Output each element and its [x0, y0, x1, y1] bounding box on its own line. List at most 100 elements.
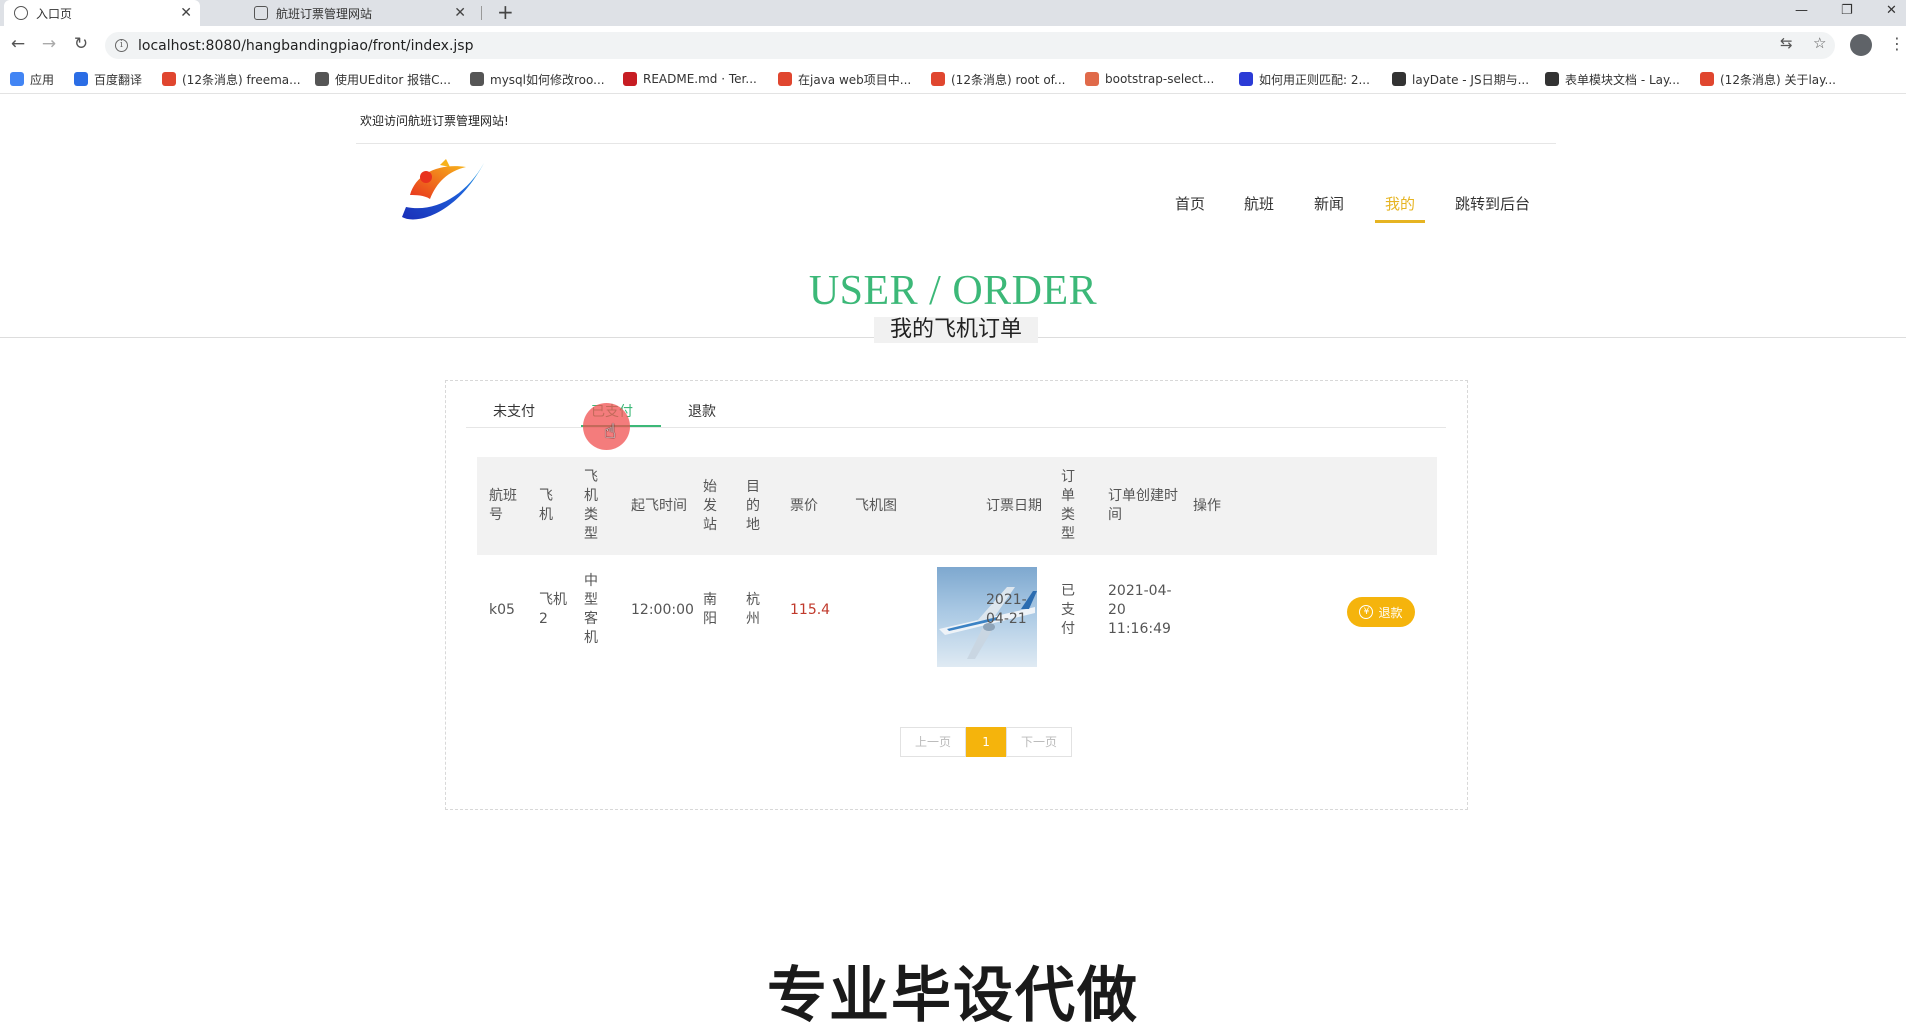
column-header: 订单创建时间: [1108, 488, 1178, 523]
prev-page-button[interactable]: 上一页: [900, 727, 967, 757]
bookmark-item[interactable]: 如何用正则匹配: 2...: [1239, 71, 1370, 87]
cell-plane: 飞机2: [539, 592, 567, 627]
doc-icon: [1085, 72, 1099, 86]
column-header: 起飞时间: [631, 497, 687, 514]
cell-flight-no: k05: [489, 601, 515, 618]
bookmark-star-icon[interactable]: ☆: [1813, 34, 1826, 52]
browser-toolbar: ← → ↻ i localhost:8080/hangbandingpiao/f…: [0, 26, 1906, 64]
site-logo-icon[interactable]: [396, 155, 488, 227]
cell-created-at: 2021-04-20 11:16:49: [1108, 582, 1172, 637]
page-1-button[interactable]: 1: [966, 727, 1007, 757]
globe-icon: [14, 6, 28, 20]
bookmark-item[interactable]: (12条消息) 关于lay...: [1700, 71, 1836, 87]
baidu-paw-icon: [1239, 72, 1253, 86]
bookmark-item[interactable]: layDate - JS日期与...: [1392, 71, 1529, 87]
column-header: 飞机类型: [584, 469, 598, 542]
bookmark-label: (12条消息) root of...: [951, 72, 1066, 87]
nav-flights[interactable]: 航班: [1244, 193, 1274, 214]
tab-refund[interactable]: 退款: [688, 401, 716, 421]
csdn-icon: [931, 72, 945, 86]
page-content: 欢迎访问航班订票管理网站! 首页 航班 新闻 我的 跳转到后台 USER / O…: [0, 95, 1906, 1031]
window-close-button[interactable]: ✕: [1886, 0, 1897, 26]
page-subtitle: 我的飞机订单: [874, 317, 1038, 343]
shield-icon: [254, 6, 268, 20]
bookmark-label: 如何用正则匹配: 2...: [1259, 72, 1370, 87]
csdn-icon: [162, 72, 176, 86]
new-tab-button[interactable]: +: [497, 0, 514, 26]
bookmark-item[interactable]: 在java web项目中...: [778, 71, 911, 87]
column-header: 航班号: [489, 488, 517, 523]
cell-price: 115.4: [790, 601, 831, 618]
refund-button[interactable]: ¥ 退款: [1347, 597, 1415, 627]
orders-panel: 未支付 已支付 退款 ☝ 航班号 飞机 飞机类型 起飞时间 始发站 目的地 票价…: [445, 380, 1468, 810]
bookmark-item[interactable]: 应用: [10, 71, 54, 87]
table-header: 航班号 飞机 飞机类型 起飞时间 始发站 目的地 票价 飞机图 订票日期 订单类…: [477, 457, 1437, 555]
browser-tab-title: 航班订票管理网站: [276, 6, 373, 21]
bookmark-item[interactable]: mysql如何修改roo...: [470, 71, 605, 87]
nav-mine[interactable]: 我的: [1385, 193, 1415, 214]
apps-grid-icon: [10, 72, 24, 86]
tab-unpaid[interactable]: 未支付: [493, 401, 535, 421]
csdn-icon: [1700, 72, 1714, 86]
gitee-icon: [623, 72, 637, 86]
site-info-icon[interactable]: i: [115, 39, 128, 52]
nav-active-indicator: [1375, 220, 1425, 223]
bookmark-label: (12条消息) freema...: [182, 72, 301, 87]
layui-icon: [1392, 72, 1406, 86]
close-tab-icon[interactable]: ✕: [180, 5, 192, 21]
yuan-coin-icon: ¥: [1359, 605, 1374, 619]
bookmark-item[interactable]: 使用UEditor 报错C...: [315, 71, 451, 87]
restore-button[interactable]: ❐: [1841, 0, 1853, 26]
bookmark-label: layDate - JS日期与...: [1412, 72, 1530, 87]
bookmark-label: mysql如何修改roo...: [490, 72, 605, 87]
column-header: 订单类型: [1061, 469, 1075, 542]
hand-cursor-icon: ☝: [604, 419, 617, 443]
bookmark-item[interactable]: README.md · Ter...: [623, 71, 757, 87]
bookmark-item[interactable]: (12条消息) freema...: [162, 71, 301, 87]
browser-tab[interactable]: 航班订票管理网站 ✕: [244, 0, 474, 26]
column-header: 票价: [790, 497, 818, 514]
header-divider: [356, 143, 1556, 144]
forward-arrow-icon[interactable]: →: [37, 32, 61, 56]
bookmark-label: 应用: [30, 72, 55, 87]
bookmark-item[interactable]: 百度翻译: [74, 71, 142, 87]
cell-departure-time: 12:00:00: [631, 601, 694, 618]
baidu-translate-icon: [74, 72, 88, 86]
next-page-button[interactable]: 下一页: [1006, 727, 1073, 757]
column-header: 始发站: [703, 478, 717, 533]
back-arrow-icon[interactable]: ←: [6, 32, 30, 56]
bookmark-label: (12条消息) 关于lay...: [1720, 72, 1836, 87]
column-header: 订票日期: [986, 497, 1042, 514]
watermark-text: 专业毕设代做: [767, 961, 1139, 1031]
nav-home[interactable]: 首页: [1175, 193, 1205, 214]
browser-tab-bar: 入口页 ✕ 航班订票管理网站 ✕ + — ❐ ✕: [0, 0, 1906, 26]
close-tab-icon[interactable]: ✕: [454, 5, 466, 21]
bookmark-label: 表单模块文档 - Lay...: [1565, 72, 1680, 87]
cell-order-type: 已支付: [1061, 582, 1075, 637]
bookmarks-bar: 应用 百度翻译 (12条消息) freema... 使用UEditor 报错C... m…: [0, 64, 1906, 94]
bookmark-item[interactable]: (12条消息) root of...: [931, 71, 1065, 87]
browser-tab-active[interactable]: 入口页 ✕: [4, 0, 200, 26]
bookmark-item[interactable]: bootstrap-select...: [1085, 71, 1214, 87]
profile-avatar-icon[interactable]: [1850, 34, 1872, 56]
csdn-icon: [778, 72, 792, 86]
nav-news[interactable]: 新闻: [1314, 193, 1344, 214]
reload-icon[interactable]: ↻: [69, 32, 93, 56]
more-menu-icon[interactable]: ⋮: [1889, 34, 1905, 53]
column-header: 飞机: [539, 488, 553, 523]
translate-icon[interactable]: ⇆: [1780, 34, 1793, 52]
address-bar[interactable]: i localhost:8080/hangbandingpiao/front/i…: [105, 32, 1835, 59]
bird-icon: [315, 72, 329, 86]
tab-separator: [481, 6, 482, 20]
cell-plane-type: 中型客机: [584, 573, 598, 646]
layui-icon: [1545, 72, 1559, 86]
bookmark-item[interactable]: 表单模块文档 - Lay...: [1545, 71, 1680, 87]
cell-origin: 南阳: [703, 592, 717, 627]
bookmark-label: 在java web项目中...: [798, 72, 912, 87]
bookmark-label: bootstrap-select...: [1105, 72, 1215, 86]
nav-admin[interactable]: 跳转到后台: [1455, 193, 1530, 214]
minimize-button[interactable]: —: [1795, 0, 1808, 26]
welcome-text: 欢迎访问航班订票管理网站!: [360, 114, 509, 128]
address-url[interactable]: localhost:8080/hangbandingpiao/front/ind…: [138, 38, 473, 54]
browser-tab-title: 入口页: [36, 6, 73, 21]
